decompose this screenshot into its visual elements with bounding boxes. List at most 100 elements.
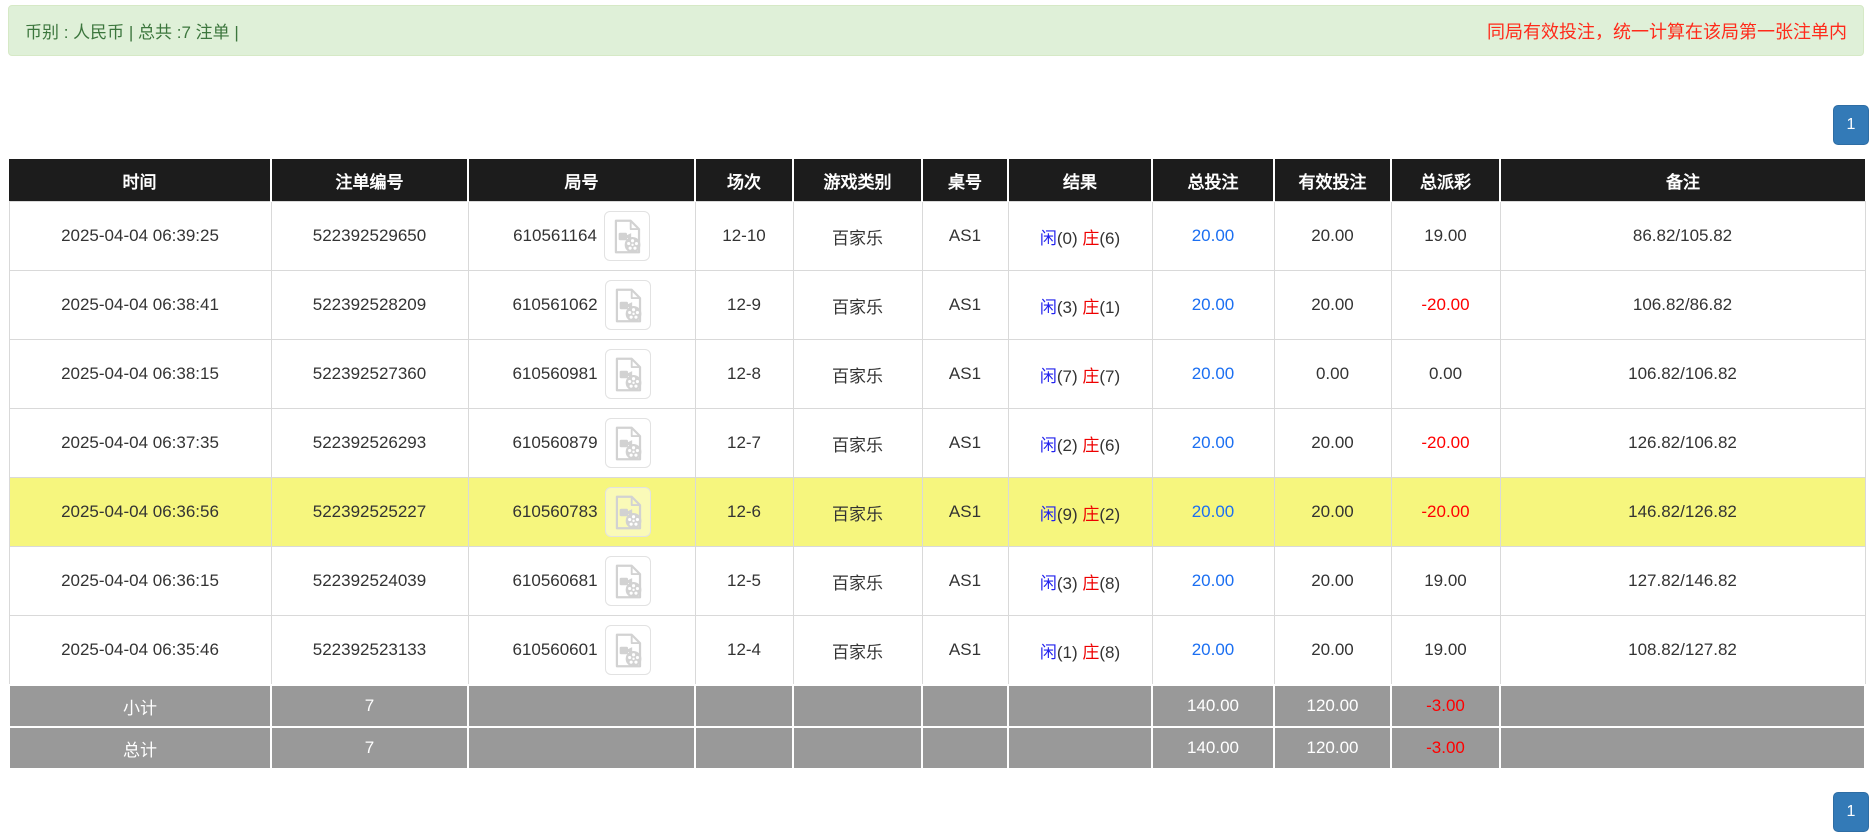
total-bet-link[interactable]: 20.00 bbox=[1192, 364, 1235, 383]
cell-bet-id: 522392529650 bbox=[270, 201, 469, 271]
video-file-icon bbox=[611, 218, 643, 255]
cell-result: 闲(7) 庄(7) bbox=[1007, 339, 1153, 409]
video-replay-button[interactable] bbox=[604, 625, 651, 675]
cell-remark: 86.82/105.82 bbox=[1499, 201, 1866, 271]
cell-payout: -20.00 bbox=[1390, 270, 1501, 340]
total-bet-link[interactable]: 20.00 bbox=[1192, 640, 1235, 659]
cell-total-bet[interactable]: 20.00 bbox=[1151, 408, 1275, 478]
cell-payout: -20.00 bbox=[1390, 408, 1501, 478]
pagination-page-1-top[interactable]: 1 bbox=[1833, 105, 1869, 145]
round-number: 610560681 bbox=[512, 571, 598, 590]
subtotal-count: 7 bbox=[270, 684, 469, 728]
cell-payout: 0.00 bbox=[1390, 339, 1501, 409]
cell-time: 2025-04-04 06:36:15 bbox=[8, 546, 272, 616]
grand-total-empty-cell bbox=[921, 726, 1009, 770]
cell-session: 12-5 bbox=[694, 546, 794, 616]
grand-total-count: 7 bbox=[270, 726, 469, 770]
cell-valid-bet: 20.00 bbox=[1273, 477, 1392, 547]
cell-round: 610560601 bbox=[467, 615, 696, 686]
video-replay-button[interactable] bbox=[604, 556, 651, 606]
cell-total-bet[interactable]: 20.00 bbox=[1151, 201, 1275, 271]
cell-session: 12-9 bbox=[694, 270, 794, 340]
cell-table-no: AS1 bbox=[921, 339, 1009, 409]
round-number: 610560783 bbox=[512, 502, 598, 521]
result-banker-score: (8) bbox=[1099, 642, 1121, 662]
result-player-score: (3) bbox=[1056, 573, 1078, 593]
round-number: 610560879 bbox=[512, 433, 598, 452]
video-replay-button[interactable] bbox=[603, 211, 650, 261]
cell-table-no: AS1 bbox=[921, 201, 1009, 271]
cell-valid-bet: 20.00 bbox=[1273, 270, 1392, 340]
cell-game-type: 百家乐 bbox=[792, 408, 923, 478]
video-replay-button[interactable] bbox=[604, 487, 651, 537]
result-banker-label: 庄 bbox=[1082, 366, 1100, 386]
table-row: 2025-04-04 06:39:25 522392529650 610561164… bbox=[8, 201, 1866, 271]
cell-total-bet[interactable]: 20.00 bbox=[1151, 546, 1275, 616]
cell-game-type: 百家乐 bbox=[792, 270, 923, 340]
cell-round: 610560783 bbox=[467, 477, 696, 547]
grand-total-empty-cell bbox=[467, 726, 696, 770]
table-row: 2025-04-04 06:38:15 522392527360 610560981… bbox=[8, 339, 1866, 409]
subtotal-total-bet: 140.00 bbox=[1151, 684, 1275, 728]
cell-remark: 106.82/86.82 bbox=[1499, 270, 1866, 340]
cell-game-type: 百家乐 bbox=[792, 546, 923, 616]
cell-round: 610560879 bbox=[467, 408, 696, 478]
cell-table-no: AS1 bbox=[921, 408, 1009, 478]
cell-total-bet[interactable]: 20.00 bbox=[1151, 270, 1275, 340]
total-bet-link[interactable]: 20.00 bbox=[1192, 571, 1235, 590]
video-file-icon bbox=[612, 494, 644, 531]
currency-summary-text: 币别 : 人民币 | 总共 :7 注单 | bbox=[25, 23, 239, 42]
video-file-icon bbox=[612, 356, 644, 393]
col-remark: 备注 bbox=[1499, 159, 1865, 202]
settlement-notice-text: 同局有效投注，统一计算在该局第一张注单内 bbox=[1487, 21, 1847, 42]
subtotal-empty-cell bbox=[1499, 684, 1866, 728]
cell-time: 2025-04-04 06:35:46 bbox=[8, 615, 272, 686]
cell-result: 闲(3) 庄(8) bbox=[1007, 546, 1153, 616]
cell-round: 610561062 bbox=[467, 270, 696, 340]
cell-session: 12-6 bbox=[694, 477, 794, 547]
result-player-label: 闲 bbox=[1039, 297, 1057, 317]
cell-total-bet[interactable]: 20.00 bbox=[1151, 339, 1275, 409]
result-banker-label: 庄 bbox=[1082, 297, 1100, 317]
result-player-label: 闲 bbox=[1039, 228, 1057, 248]
result-banker-score: (7) bbox=[1099, 366, 1121, 386]
round-number: 610560981 bbox=[512, 364, 598, 383]
result-banker-score: (6) bbox=[1099, 228, 1121, 248]
cell-valid-bet: 20.00 bbox=[1273, 615, 1392, 686]
table-row: 2025-04-04 06:36:56 522392525227 610560783… bbox=[8, 477, 1866, 547]
video-replay-button[interactable] bbox=[604, 349, 651, 399]
cell-time: 2025-04-04 06:38:15 bbox=[8, 339, 272, 409]
video-file-icon bbox=[612, 563, 644, 600]
result-player-label: 闲 bbox=[1039, 504, 1057, 524]
video-replay-button[interactable] bbox=[604, 280, 651, 330]
cell-bet-id: 522392526293 bbox=[270, 408, 469, 478]
grand-total-empty-cell bbox=[792, 726, 923, 770]
video-replay-button[interactable] bbox=[604, 418, 651, 468]
cell-remark: 108.82/127.82 bbox=[1499, 615, 1866, 686]
cell-payout: 19.00 bbox=[1390, 201, 1501, 271]
result-banker-label: 庄 bbox=[1082, 228, 1100, 248]
col-session: 场次 bbox=[694, 159, 794, 202]
cell-remark: 146.82/126.82 bbox=[1499, 477, 1866, 547]
cell-total-bet[interactable]: 20.00 bbox=[1151, 477, 1275, 547]
cell-remark: 127.82/146.82 bbox=[1499, 546, 1866, 616]
cell-payout: -20.00 bbox=[1390, 477, 1501, 547]
cell-result: 闲(2) 庄(6) bbox=[1007, 408, 1153, 478]
cell-time: 2025-04-04 06:36:56 bbox=[8, 477, 272, 547]
total-bet-link[interactable]: 20.00 bbox=[1192, 433, 1235, 452]
cell-bet-id: 522392524039 bbox=[270, 546, 469, 616]
total-bet-link[interactable]: 20.00 bbox=[1192, 502, 1235, 521]
subtotal-label: 小计 bbox=[8, 684, 272, 728]
cell-round: 610561164 bbox=[467, 201, 696, 271]
total-bet-link[interactable]: 20.00 bbox=[1192, 226, 1235, 245]
video-file-icon bbox=[612, 632, 644, 669]
cell-time: 2025-04-04 06:37:35 bbox=[8, 408, 272, 478]
result-banker-label: 庄 bbox=[1082, 435, 1100, 455]
cell-session: 12-4 bbox=[694, 615, 794, 686]
cell-table-no: AS1 bbox=[921, 477, 1009, 547]
total-bet-link[interactable]: 20.00 bbox=[1192, 295, 1235, 314]
subtotal-payout: -3.00 bbox=[1390, 684, 1501, 728]
pagination-page-1-bottom[interactable]: 1 bbox=[1833, 792, 1869, 832]
cell-session: 12-10 bbox=[694, 201, 794, 271]
cell-total-bet[interactable]: 20.00 bbox=[1151, 615, 1275, 686]
